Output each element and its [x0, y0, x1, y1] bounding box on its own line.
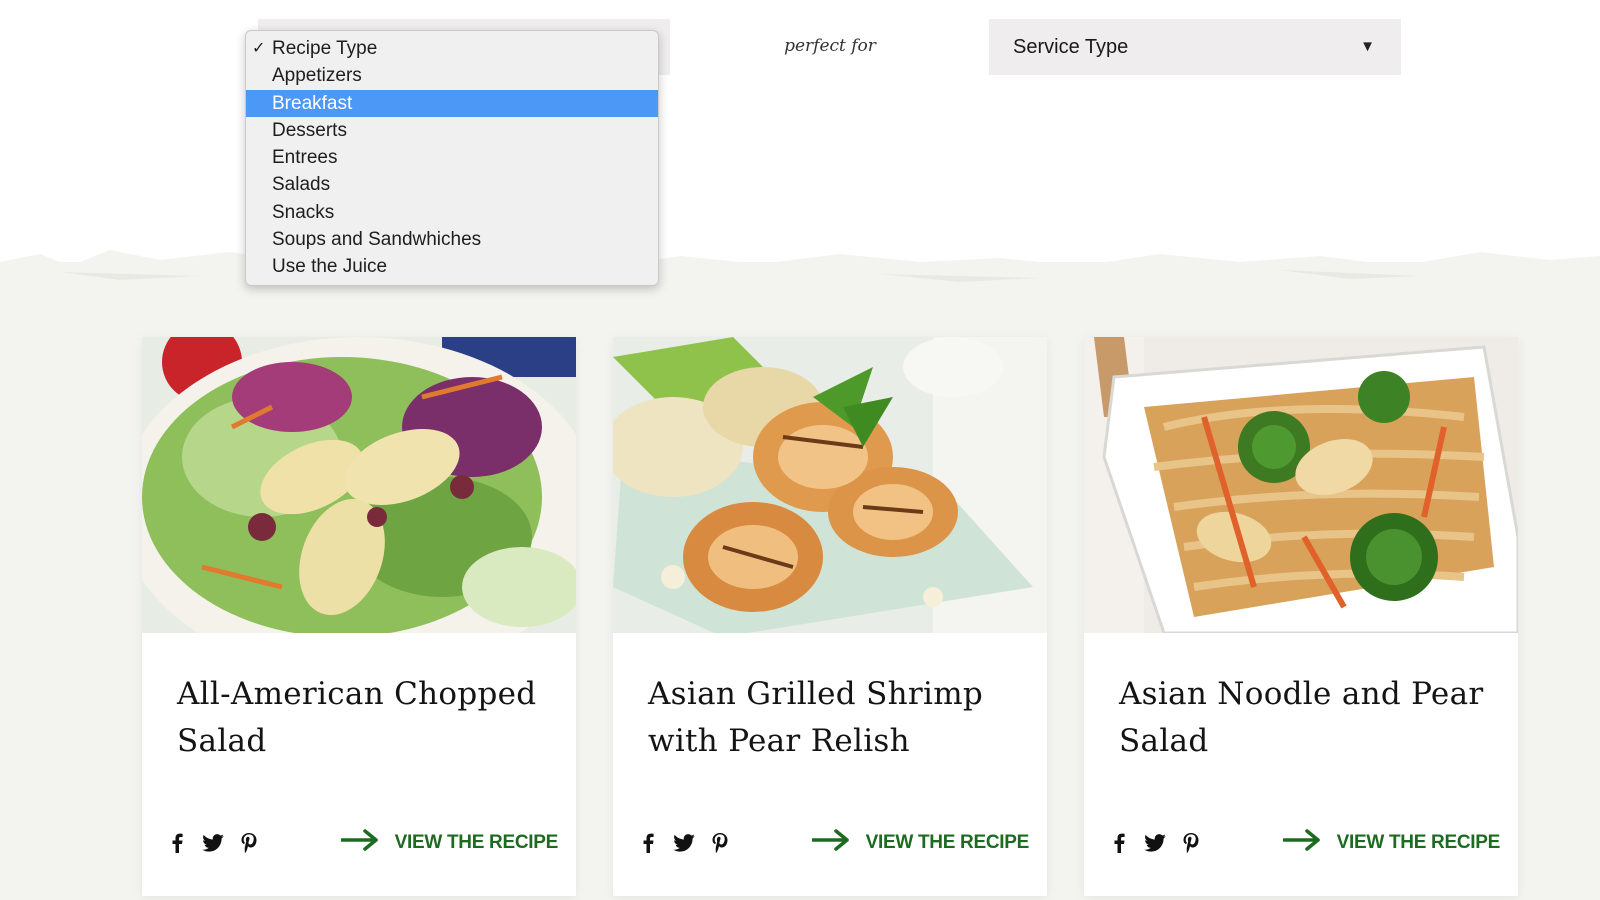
dropdown-arrow-icon: ▼ — [1360, 38, 1375, 55]
recipe-card[interactable]: Asian Grilled Shrimp with Pear Relish VI… — [613, 337, 1047, 896]
arrow-right-icon — [1281, 829, 1321, 856]
dropdown-option-label: Appetizers — [272, 65, 362, 87]
perfect-for-label: perfect for — [784, 36, 876, 56]
recipe-card[interactable]: All-American Chopped Salad VIEW THE RECI… — [142, 337, 576, 896]
twitter-icon[interactable] — [202, 832, 224, 854]
pinterest-icon[interactable] — [709, 832, 731, 854]
dropdown-option[interactable]: Appetizers — [246, 62, 658, 89]
dropdown-option-label: Entrees — [272, 147, 338, 169]
dropdown-option-label: Recipe Type — [272, 38, 378, 59]
dropdown-option[interactable]: ✓ Recipe Type — [246, 35, 658, 62]
dropdown-option[interactable]: Soups and Sandwhiches — [246, 226, 658, 253]
social-share-icons — [166, 832, 260, 854]
arrow-right-icon — [810, 829, 850, 856]
recipe-title[interactable]: All-American Chopped Salad — [177, 671, 557, 765]
dropdown-option-label: Salads — [272, 174, 331, 196]
pinterest-icon[interactable] — [238, 832, 260, 854]
recipe-title[interactable]: Asian Grilled Shrimp with Pear Relish — [648, 671, 1028, 765]
noodle-salad-photo[interactable] — [1084, 337, 1518, 633]
service-type-value: Service Type — [1013, 35, 1129, 58]
chopped-salad-photo[interactable] — [142, 337, 576, 633]
view-recipe-link[interactable]: VIEW THE RECIPE — [810, 829, 1030, 856]
dropdown-option-label: Snacks — [272, 201, 335, 223]
grilled-shrimp-photo[interactable] — [613, 337, 1047, 633]
view-recipe-label: VIEW THE RECIPE — [394, 831, 559, 853]
dropdown-option[interactable]: Snacks — [246, 199, 658, 226]
facebook-icon[interactable] — [637, 832, 659, 854]
facebook-icon[interactable] — [166, 832, 188, 854]
dropdown-option[interactable]: Use the Juice — [246, 253, 658, 280]
dropdown-option[interactable]: Breakfast — [246, 89, 658, 117]
twitter-icon[interactable] — [673, 832, 695, 854]
checkmark-icon: ✓ — [252, 40, 266, 57]
view-recipe-label: VIEW THE RECIPE — [865, 831, 1030, 853]
dropdown-option[interactable]: Entrees — [246, 144, 658, 171]
recipe-card[interactable]: Asian Noodle and Pear Salad VIEW THE REC… — [1084, 337, 1518, 896]
dropdown-option-label: Soups and Sandwhiches — [272, 229, 482, 251]
dropdown-option-label: Desserts — [272, 119, 347, 141]
view-recipe-link[interactable]: VIEW THE RECIPE — [339, 829, 559, 856]
view-recipe-label: VIEW THE RECIPE — [1336, 831, 1501, 853]
arrow-right-icon — [339, 829, 379, 856]
service-type-select[interactable]: Service Type ▼ — [989, 19, 1401, 75]
recipe-title[interactable]: Asian Noodle and Pear Salad — [1119, 671, 1499, 765]
pinterest-icon[interactable] — [1180, 832, 1202, 854]
dropdown-option[interactable]: Desserts — [246, 117, 658, 144]
social-share-icons — [637, 832, 731, 854]
brush-stroke-edge — [0, 250, 1600, 342]
facebook-icon[interactable] — [1108, 832, 1130, 854]
social-share-icons — [1108, 832, 1202, 854]
view-recipe-link[interactable]: VIEW THE RECIPE — [1281, 829, 1501, 856]
dropdown-option-label: Breakfast — [272, 92, 353, 114]
dropdown-option[interactable]: Salads — [246, 171, 658, 198]
recipe-type-dropdown-menu[interactable]: ✓ Recipe Type Appetizers Breakfast Desserts E… — [245, 30, 659, 286]
dropdown-option-label: Use the Juice — [272, 256, 388, 278]
twitter-icon[interactable] — [1144, 832, 1166, 854]
